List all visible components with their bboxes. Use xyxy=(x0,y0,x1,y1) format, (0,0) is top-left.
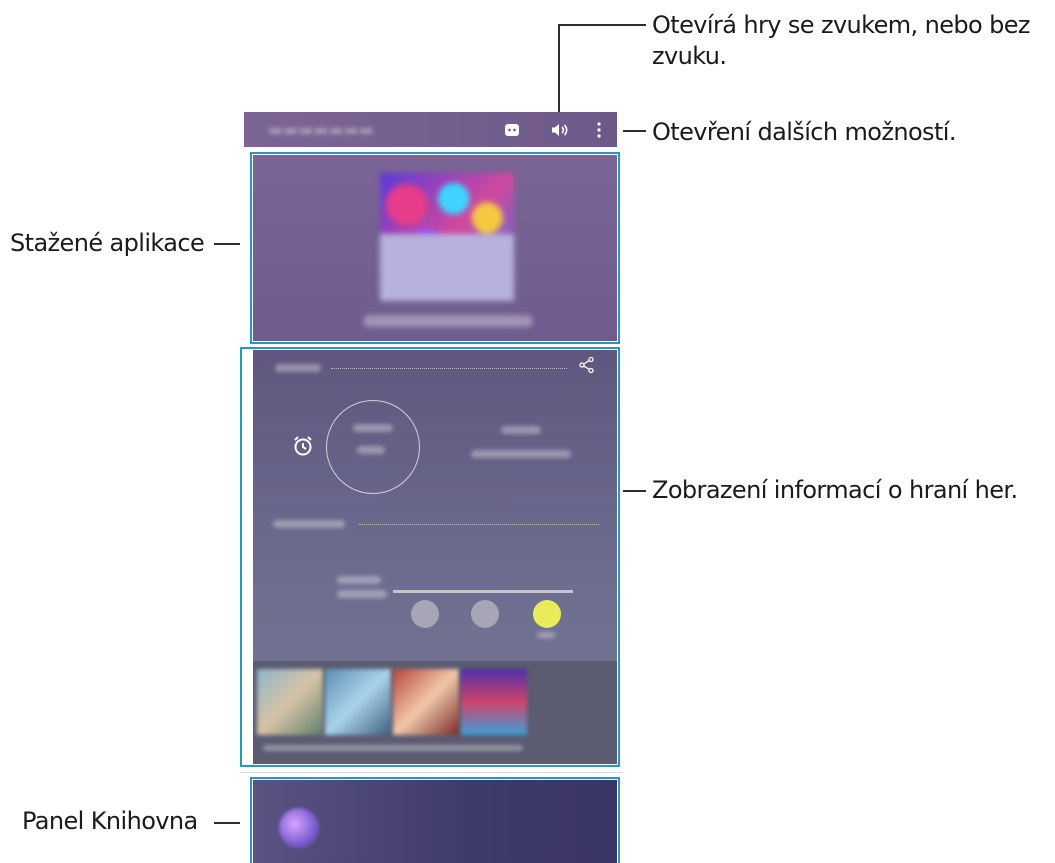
callout-downloaded-apps: Stažené aplikace xyxy=(10,229,205,257)
highlight-play-info xyxy=(240,347,620,767)
highlight-downloaded-apps xyxy=(250,152,620,344)
callout-sound-line2: zvuku. xyxy=(652,42,727,70)
library-divider xyxy=(240,772,623,773)
highlight-library xyxy=(250,777,620,863)
game-launcher-screen: ▬▬▬▬▬▬▬ xyxy=(240,112,623,863)
discord-icon[interactable] xyxy=(502,120,522,140)
callout-library-panel: Panel Knihovna xyxy=(22,807,198,835)
leader-sound-v xyxy=(558,24,560,120)
top-bar: ▬▬▬▬▬▬▬ xyxy=(244,112,617,147)
volume-icon[interactable] xyxy=(549,120,569,140)
leader-sound-h1 xyxy=(560,24,646,26)
callout-more-options: Otevření dalších možností. xyxy=(652,118,956,146)
callout-sound: Otevírá hry se zvukem, nebo bez zvuku. xyxy=(652,10,1052,72)
callout-sound-line1: Otevírá hry se zvukem, nebo bez xyxy=(652,11,1031,39)
callout-play-info: Zobrazení informací o hraní her. xyxy=(652,476,1018,504)
app-title-blurred: ▬▬▬▬▬▬▬ xyxy=(268,120,374,139)
more-options-icon[interactable] xyxy=(589,120,609,140)
